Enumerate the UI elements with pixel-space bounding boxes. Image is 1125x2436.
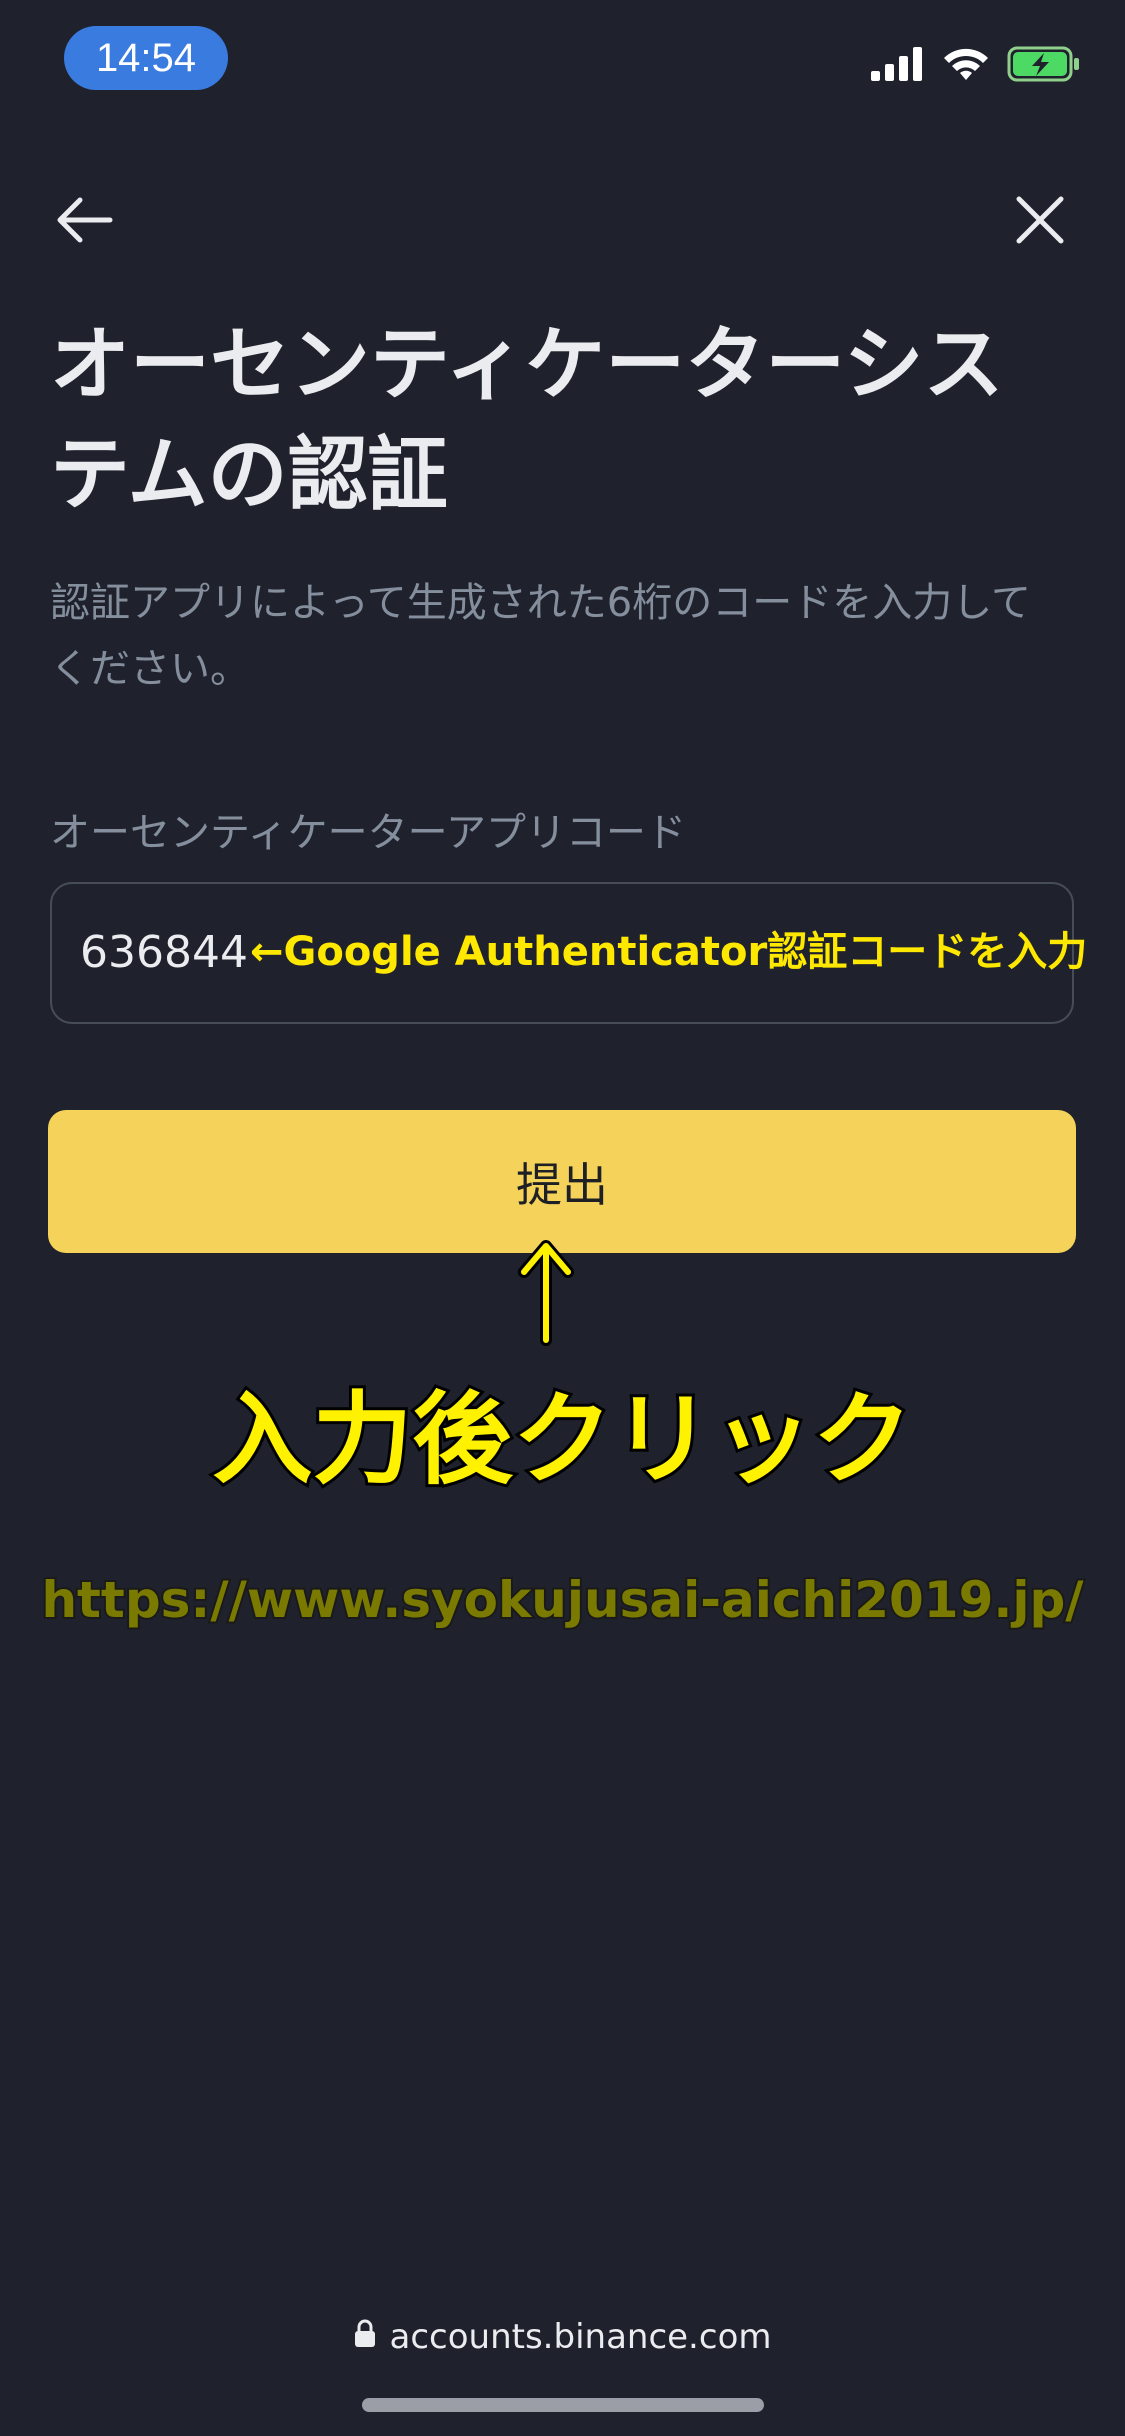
status-icons [871,44,1081,88]
page-title: オーセンティケーターシステムの認証 [50,318,1004,521]
back-button[interactable] [44,182,124,262]
signal-icon [871,47,925,85]
authenticator-code-value[interactable]: 636844 [80,922,248,984]
status-time: 14:54 [64,26,228,90]
wifi-icon [943,46,989,86]
code-field-label: オーセンティケーターアプリコード [50,810,686,856]
battery-charging-icon [1007,45,1081,87]
field-annotation: ←Google Authenticator認証コードを入力 [250,929,1088,975]
home-indicator[interactable] [362,2398,764,2412]
up-arrow-icon [516,1236,576,1350]
browser-address-text: accounts.binance.com [389,2317,772,2357]
click-annotation: 入力後クリック [210,1378,916,1501]
close-button[interactable] [1000,182,1080,262]
arrow-left-icon [54,196,114,248]
url-watermark: https://www.syokujusai-aichi2019.jp/ [39,1569,1085,1631]
close-icon [1015,195,1065,249]
submit-button-label: 提出 [516,1157,608,1212]
lock-icon [354,2312,376,2362]
browser-address-bar[interactable]: accounts.binance.com [0,2312,1125,2362]
submit-button[interactable]: 提出 [48,1110,1076,1253]
page-description: 認証アプリによって生成された6桁のコードを入力してください。 [50,580,1032,692]
